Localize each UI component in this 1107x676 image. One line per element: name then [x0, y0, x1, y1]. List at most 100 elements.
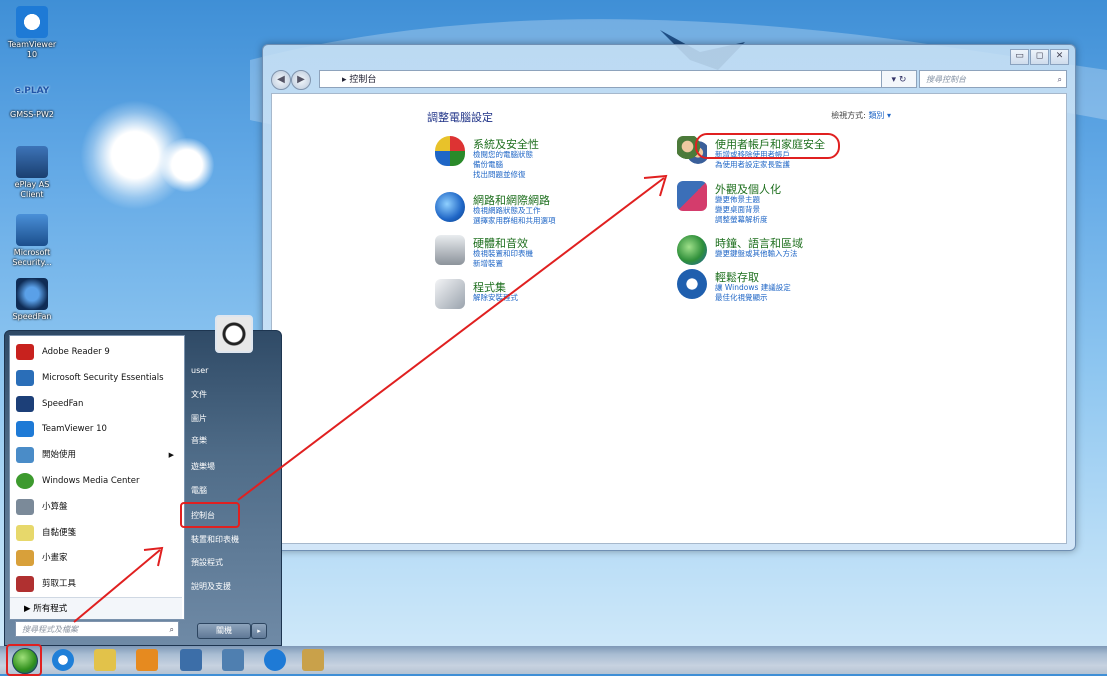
start-place-computer[interactable]: 電腦 — [187, 481, 277, 501]
highlight-control-panel — [180, 502, 240, 528]
start-place-default-programs[interactable]: 預設程式 — [187, 553, 277, 573]
search-icon[interactable]: ⌕ — [1058, 71, 1062, 89]
teamviewer-icon[interactable] — [264, 649, 286, 671]
paint-icon — [16, 550, 34, 566]
program-label: 自黏便箋 — [42, 528, 77, 538]
desktop-icon-eplay-client[interactable]: ePlay AS Client — [4, 146, 60, 200]
computer-icon — [16, 146, 48, 178]
fan-icon — [16, 396, 34, 412]
category-link[interactable]: 備份電腦 — [473, 160, 533, 170]
fan-icon — [16, 278, 48, 310]
category-link[interactable]: 變更佈景主題 — [715, 195, 768, 205]
start-place-documents[interactable]: 文件 — [187, 385, 277, 405]
programs-icon — [435, 279, 465, 309]
desktop-icon-eplay[interactable]: e.PLAY — [4, 86, 60, 96]
view-by-label: 檢視方式: — [831, 111, 866, 120]
program-item[interactable]: Windows Media Center — [10, 469, 182, 493]
printer-icon — [435, 235, 465, 265]
category-links: 檢視裝置和印表機 新增裝置 — [473, 249, 533, 269]
teamviewer-icon — [16, 6, 48, 38]
teamviewer-icon — [16, 421, 34, 437]
category-links: 讓 Windows 建議設定 最佳化視覺顯示 — [715, 283, 791, 303]
chevron-right-icon[interactable]: ▶ — [169, 443, 174, 467]
program-label: Adobe Reader 9 — [42, 347, 110, 357]
adobe-reader-icon — [16, 344, 34, 360]
avatar[interactable] — [215, 315, 253, 353]
category-link[interactable]: 找出問題並修復 — [473, 170, 533, 180]
chevron-right-icon: ▶ — [24, 604, 34, 614]
desktop-icon-gmss[interactable]: GMSS-PW2 — [4, 110, 60, 120]
program-item[interactable]: 小畫家 — [10, 546, 182, 570]
category-link[interactable]: 為使用者設定家長監護 — [715, 160, 790, 170]
shield-icon — [435, 136, 465, 166]
maximize-button[interactable]: ◻ — [1030, 49, 1049, 65]
appearance-icon — [677, 181, 707, 211]
desktop-icon-teamviewer[interactable]: TeamViewer 10 — [4, 6, 60, 60]
program-item[interactable]: Microsoft Security Essentials — [10, 366, 182, 390]
minimize-button[interactable]: ▭ — [1010, 49, 1029, 65]
category-link[interactable]: 檢視裝置和印表機 — [473, 249, 533, 259]
refresh-button[interactable]: ▾ ↻ — [881, 70, 917, 88]
taskbar — [0, 646, 1107, 674]
program-item[interactable]: TeamViewer 10 — [10, 417, 182, 441]
search-icon[interactable]: ⌕ — [170, 622, 174, 638]
category-link[interactable]: 讓 Windows 建議設定 — [715, 283, 791, 293]
forward-button[interactable]: ▶ — [291, 70, 311, 90]
view-by-dropdown[interactable]: 類別 ▾ — [868, 111, 891, 120]
program-item[interactable]: 剪取工具 — [10, 572, 182, 596]
category-link[interactable]: 選擇家用群組和共用選項 — [473, 216, 556, 226]
back-button[interactable]: ◀ — [271, 70, 291, 90]
control-panel-window: ▭ ◻ ✕ ◀ ▶ ▸ 控制台 ▾ ↻ 搜尋控制台 ⌕ 調整電腦設定 檢視方式:… — [262, 44, 1076, 551]
start-menu-places: user 文件 圖片 音樂 遊樂場 電腦 控制台 裝置和印表機 預設程式 說明及… — [185, 315, 279, 643]
remote-desktop-icon[interactable] — [222, 649, 244, 671]
program-item[interactable]: 小算盤 — [10, 495, 182, 519]
network-globe-icon — [435, 192, 465, 222]
category-link[interactable]: 解除安裝程式 — [473, 293, 518, 303]
desktop-icon-label: Microsoft Security... — [12, 248, 52, 267]
program-label: Windows Media Center — [42, 476, 140, 486]
start-place-music[interactable]: 音樂 — [187, 431, 277, 451]
start-place-pictures[interactable]: 圖片 — [187, 409, 277, 429]
category-links: 解除安裝程式 — [473, 293, 518, 303]
file-explorer-icon[interactable] — [94, 649, 116, 671]
category-link[interactable]: 變更桌面背景 — [715, 205, 768, 215]
close-button[interactable]: ✕ — [1050, 49, 1069, 65]
paint-icon[interactable] — [302, 649, 324, 671]
category-link[interactable]: 檢視網路狀態及工作 — [473, 206, 556, 216]
program-item[interactable]: Adobe Reader 9 — [10, 340, 182, 364]
program-item[interactable]: SpeedFan — [10, 392, 182, 416]
category-links: 檢閱您的電腦狀態 備份電腦 找出問題並修復 — [473, 150, 533, 180]
shutdown-button[interactable]: 關機 — [197, 623, 251, 639]
internet-explorer-icon[interactable] — [52, 649, 74, 671]
category-link[interactable]: 變更鍵盤或其他輸入方法 — [715, 249, 798, 259]
category-link[interactable]: 檢閱您的電腦狀態 — [473, 150, 533, 160]
computer-icon[interactable] — [180, 649, 202, 671]
start-search-placeholder: 搜尋程式及檔案 — [22, 625, 78, 634]
start-place-devices-printers[interactable]: 裝置和印表機 — [187, 530, 277, 550]
start-place-help-support[interactable]: 說明及支援 — [187, 577, 277, 597]
shutdown-options-button[interactable]: ▸ — [251, 623, 267, 639]
start-place-user[interactable]: user — [187, 361, 277, 381]
desktop-icon-security-essentials[interactable]: Microsoft Security... — [4, 214, 60, 268]
program-item[interactable]: 自黏便箋 — [10, 521, 182, 545]
all-programs-label: 所有程式 — [33, 604, 68, 614]
highlight-start-button — [6, 644, 42, 676]
category-link[interactable]: 新增裝置 — [473, 259, 533, 269]
start-place-games[interactable]: 遊樂場 — [187, 457, 277, 477]
category-link[interactable]: 調整螢幕解析度 — [715, 215, 768, 225]
clock-globe-icon — [677, 235, 707, 265]
address-bar[interactable]: ▸ 控制台 — [319, 70, 889, 88]
window-controls: ▭ ◻ ✕ — [1009, 49, 1069, 65]
desktop-icon-label: GMSS-PW2 — [10, 110, 54, 119]
program-item[interactable]: 開始使用 ▶ — [10, 443, 182, 467]
media-player-icon[interactable] — [136, 649, 158, 671]
start-search-input[interactable]: 搜尋程式及檔案 ⌕ — [15, 621, 179, 637]
all-programs-button[interactable]: ▶ 所有程式 — [10, 597, 182, 619]
desktop-icon-speedfan[interactable]: SpeedFan — [4, 278, 60, 322]
address-text: 控制台 — [349, 75, 377, 85]
media-center-icon — [16, 473, 34, 489]
category-links: 變更佈景主題 變更桌面背景 調整螢幕解析度 — [715, 195, 768, 225]
search-input[interactable]: 搜尋控制台 ⌕ — [919, 70, 1067, 88]
category-link[interactable]: 最佳化視覺顯示 — [715, 293, 791, 303]
program-label: 開始使用 — [42, 450, 77, 460]
